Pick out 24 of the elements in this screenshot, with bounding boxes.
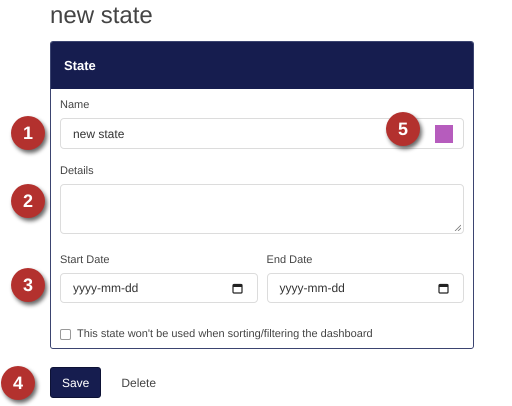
calendar-icon[interactable] (438, 282, 449, 294)
card-title: State (64, 58, 96, 73)
details-field[interactable] (60, 184, 464, 234)
checkbox[interactable] (60, 328, 71, 340)
calendar-icon[interactable] (232, 282, 242, 294)
name-value: new state (73, 126, 124, 140)
callout-badge: 1 (11, 116, 45, 150)
checkbox-label: This state won't be used when sorting/filtering the dashboard (77, 328, 373, 340)
date-placeholder: yyyy-mm-dd (73, 281, 138, 295)
color-swatch[interactable] (435, 124, 453, 142)
date-field[interactable]: yyyy-mm-dd (266, 273, 464, 303)
page-title: new state (50, 1, 154, 31)
date-field[interactable]: yyyy-mm-dd (60, 273, 258, 303)
date-placeholder: yyyy-mm-dd (280, 281, 345, 295)
field-label: Start Date (60, 254, 111, 266)
callout-badge: 4 (1, 366, 35, 400)
save-button[interactable]: Save (50, 367, 102, 398)
field-label: Name (60, 99, 90, 111)
callout-badge: 2 (11, 184, 45, 218)
delete-button[interactable]: Delete (121, 376, 156, 390)
field-label: End Date (266, 254, 314, 266)
callout-badge: 3 (11, 268, 45, 302)
field-label: Details (60, 165, 95, 177)
resize-grip-icon[interactable] (454, 224, 461, 231)
